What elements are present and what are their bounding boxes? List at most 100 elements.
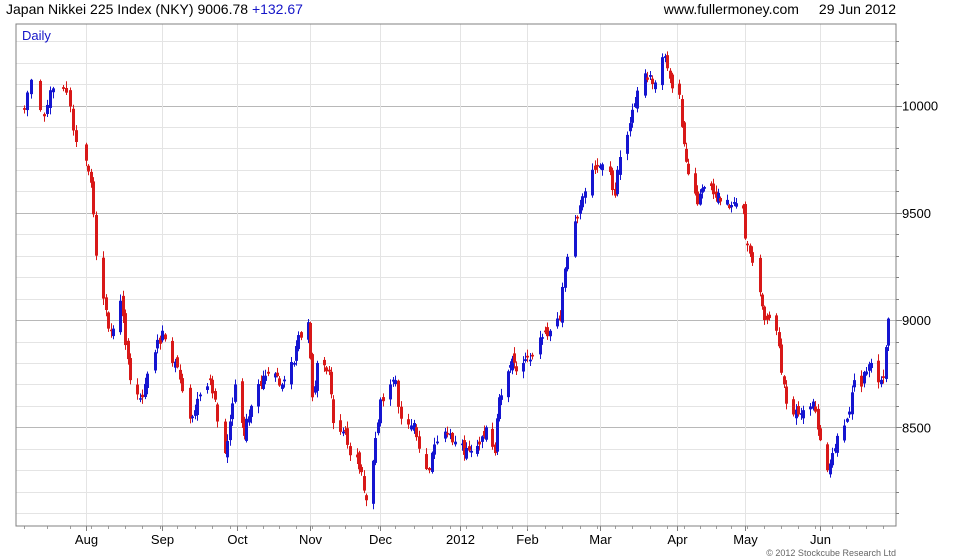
candle-body: [164, 334, 167, 340]
candle-body: [171, 340, 174, 363]
candle: [485, 425, 488, 442]
candle-body: [214, 391, 217, 400]
x-tick-label: Jun: [810, 532, 831, 547]
candle-body: [72, 108, 75, 131]
candle: [561, 282, 564, 328]
candle: [651, 75, 654, 90]
candle-body: [882, 376, 885, 378]
candle: [339, 414, 342, 435]
candle-body: [763, 306, 766, 321]
candle-body: [410, 425, 413, 430]
candle: [245, 413, 248, 443]
candle-body: [761, 294, 764, 307]
candle-body: [328, 369, 331, 372]
candle-body: [161, 330, 164, 341]
candle-body: [726, 199, 729, 205]
x-tick-label: Feb: [516, 532, 538, 547]
candle: [496, 413, 499, 456]
candle-body: [330, 371, 333, 395]
candle: [39, 79, 42, 112]
x-tick-label: Nov: [299, 532, 323, 547]
candle-body: [122, 295, 125, 317]
candle-body: [683, 122, 686, 145]
candle: [436, 435, 439, 445]
candle-body: [678, 83, 681, 95]
candle: [257, 379, 260, 414]
candle: [564, 267, 567, 292]
candle-body: [797, 405, 800, 415]
candle-body: [425, 454, 428, 470]
candle-body: [626, 134, 629, 154]
candle-body: [358, 452, 361, 470]
candle-body: [843, 425, 846, 441]
candles: [23, 51, 890, 510]
candle-body: [880, 379, 883, 385]
candle-body: [481, 436, 484, 442]
candle-body: [290, 362, 293, 385]
candle-body: [199, 394, 202, 397]
candle-body: [323, 359, 326, 366]
candle-body: [300, 332, 303, 338]
candle-body: [809, 406, 812, 410]
candle: [379, 397, 382, 427]
grid: [16, 24, 896, 526]
candle: [72, 104, 75, 136]
candle-body: [311, 354, 314, 398]
candle-body: [468, 446, 471, 451]
candle-body: [52, 88, 55, 93]
candle: [836, 433, 839, 457]
candle-body: [651, 78, 654, 85]
candle-body: [226, 441, 229, 458]
candle: [654, 80, 657, 93]
candle-body: [69, 90, 72, 107]
x-tick-label: Mar: [589, 532, 612, 547]
candle-body: [374, 438, 377, 463]
candle-body: [211, 379, 214, 394]
candle: [468, 440, 471, 453]
candle: [216, 402, 219, 428]
candle-body: [92, 181, 95, 215]
candle-body: [654, 82, 657, 90]
x-axis-labels: Aug Sep Oct Nov Dec 2012 Feb Mar Apr May Jun: [75, 532, 831, 547]
candle: [156, 334, 159, 354]
candle-body: [229, 421, 232, 441]
candle-body: [30, 79, 33, 95]
candle-body: [649, 75, 652, 77]
candle: [531, 352, 534, 360]
candle: [267, 367, 270, 377]
candle: [330, 367, 333, 399]
candle: [325, 365, 328, 375]
candle-body: [576, 216, 579, 219]
candle-body: [759, 257, 762, 293]
candle: [372, 459, 375, 510]
candle: [176, 355, 179, 369]
candle: [877, 354, 880, 389]
candle-body: [778, 332, 781, 347]
candle-body: [531, 354, 534, 357]
candle-body: [139, 398, 142, 400]
candle-body: [119, 300, 122, 333]
candle: [141, 389, 144, 404]
candle-body: [349, 446, 352, 456]
candle: [297, 331, 300, 352]
candle: [712, 178, 715, 200]
candle: [616, 166, 619, 197]
candle: [848, 406, 851, 418]
candle: [636, 86, 639, 113]
candle-body: [332, 399, 335, 424]
candle-body: [372, 460, 375, 504]
candle-body: [596, 164, 599, 167]
candle-body: [661, 57, 664, 86]
candle-body: [129, 358, 132, 381]
candle-body: [730, 205, 733, 208]
copyright-text: © 2012 Stockcube Research Ltd: [766, 548, 896, 558]
candle: [43, 112, 46, 122]
candle: [809, 403, 812, 416]
candle-body: [601, 164, 604, 171]
candle-body: [191, 416, 194, 419]
candle-body: [564, 268, 567, 288]
candle-body: [43, 114, 46, 117]
candle-body: [465, 447, 468, 459]
candle-body: [257, 384, 260, 407]
candle-body: [276, 372, 279, 377]
